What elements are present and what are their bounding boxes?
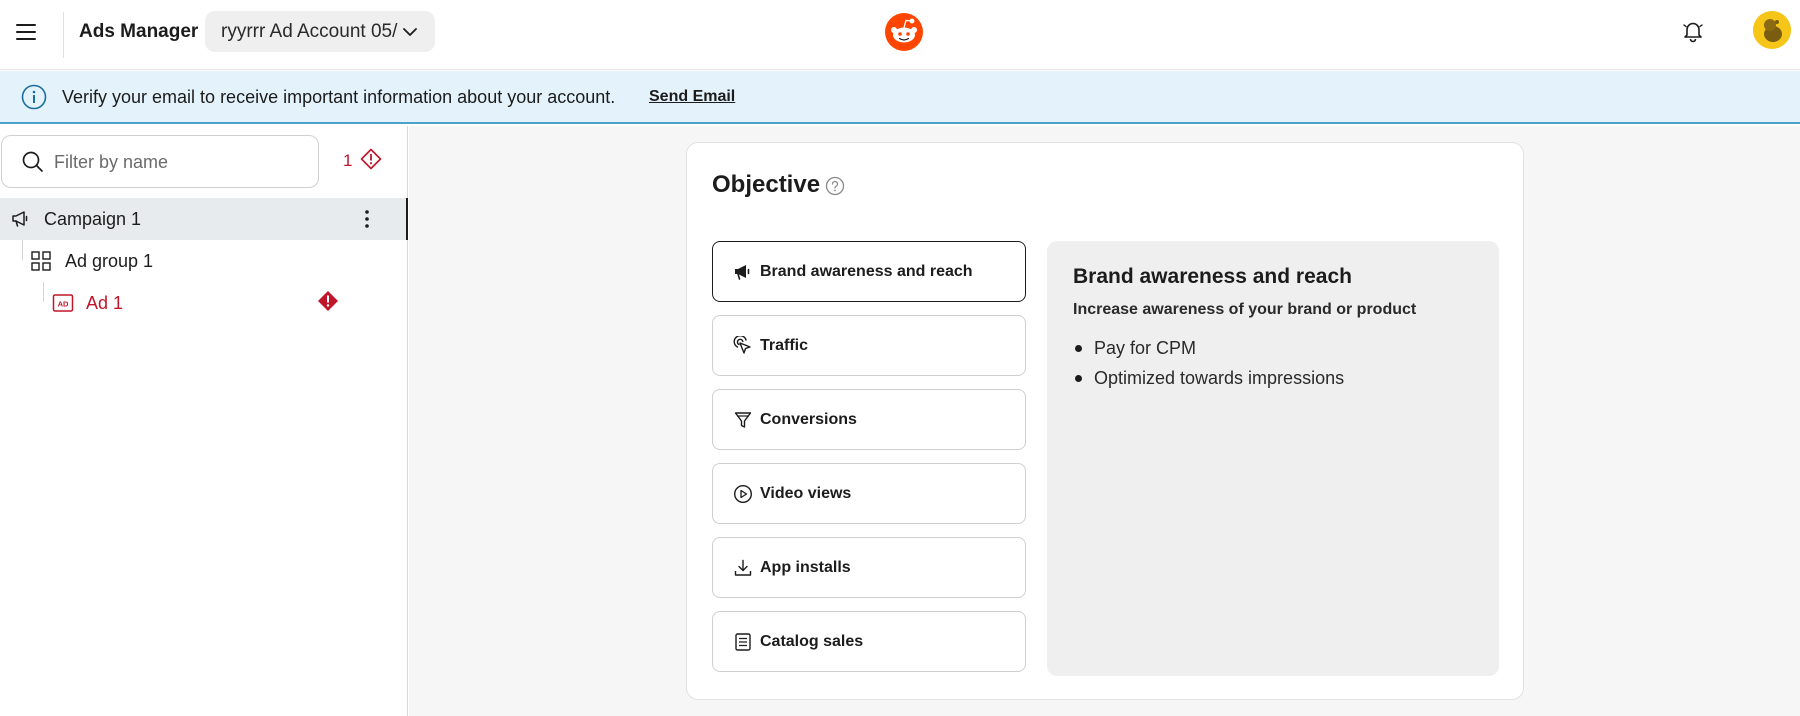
detail-bullet: Optimized towards impressions (1073, 363, 1344, 393)
catalog-icon (735, 633, 751, 651)
objective-option-label: Video views (760, 485, 852, 502)
banner-message: Verify your email to receive important i… (62, 87, 616, 107)
avatar-snoo-icon (1753, 11, 1791, 49)
notification-bell-icon[interactable] (1680, 18, 1706, 44)
info-icon (21, 84, 47, 110)
download-icon (734, 559, 752, 576)
objective-option-label: App installs (760, 559, 851, 576)
search-icon (22, 151, 43, 172)
svg-text:AD: AD (58, 300, 69, 309)
verify-email-banner: Verify your email to receive important i… (0, 71, 1800, 124)
user-avatar[interactable] (1753, 11, 1791, 49)
objective-traffic-button[interactable]: Traffic (712, 315, 1026, 376)
megaphone-icon (12, 211, 28, 227)
objective-video-views-button[interactable]: Video views (712, 463, 1026, 524)
megaphone-icon (735, 265, 750, 280)
app-title: Ads Manager (79, 21, 199, 42)
error-alert-icon[interactable] (360, 148, 382, 170)
ad-icon: AD (52, 294, 74, 312)
detail-title: Brand awareness and reach (1073, 265, 1352, 288)
funnel-icon (734, 412, 752, 428)
error-icon (318, 291, 338, 311)
tree-item-ad[interactable]: AD Ad 1 (0, 282, 408, 324)
objective-app-installs-button[interactable]: App installs (712, 537, 1026, 598)
help-icon[interactable] (825, 176, 845, 196)
tree-item-ad-group[interactable]: Ad group 1 (0, 240, 408, 282)
objective-option-label: Catalog sales (760, 633, 864, 650)
objective-conversions-button[interactable]: Conversions (712, 389, 1026, 450)
objective-title: Objective (712, 171, 821, 198)
objective-option-label: Conversions (760, 411, 857, 428)
main-content: Objective Brand awareness and reach Traf… (409, 126, 1800, 716)
filter-by-name-input[interactable] (54, 148, 304, 176)
tree-item-label: Ad group 1 (65, 251, 154, 271)
account-selector[interactable]: ryyrrr Ad Account 05/ (205, 11, 435, 52)
tree-item-label: Campaign 1 (44, 209, 142, 229)
sidebar: 1 Campaign 1 Ad group 1 A (0, 126, 408, 716)
objective-catalog-sales-button[interactable]: Catalog sales (712, 611, 1026, 672)
detail-bullet: Pay for CPM (1073, 333, 1344, 363)
detail-subtitle: Increase awareness of your brand or prod… (1073, 301, 1417, 318)
grid-icon (31, 251, 51, 271)
reddit-logo[interactable] (885, 13, 923, 51)
cursor-click-icon (733, 336, 751, 354)
chevron-down-icon (403, 27, 417, 36)
objective-detail-panel: Brand awareness and reach Increase aware… (1047, 241, 1499, 676)
objective-card: Objective Brand awareness and reach Traf… (686, 142, 1524, 700)
objective-brand-awareness-button[interactable]: Brand awareness and reach (712, 241, 1026, 302)
error-count: 1 (343, 151, 353, 170)
tree-item-label: Ad 1 (86, 293, 124, 313)
detail-bullet-list: Pay for CPM Optimized towards impression… (1073, 333, 1344, 393)
account-selector-value: ryyrrr Ad Account 05/ (221, 20, 398, 42)
more-options-icon[interactable] (357, 208, 377, 230)
objective-option-label: Brand awareness and reach (760, 263, 973, 280)
top-bar: Ads Manager ryyrrr Ad Account 05/ (0, 0, 1800, 70)
header-divider (63, 12, 64, 58)
objective-option-label: Traffic (760, 337, 809, 354)
filter-search-box[interactable] (1, 135, 319, 188)
hamburger-menu-icon[interactable] (14, 20, 38, 44)
send-email-link[interactable]: Send Email (649, 88, 735, 106)
tree-item-campaign[interactable]: Campaign 1 (0, 198, 408, 240)
play-circle-icon (733, 484, 753, 504)
